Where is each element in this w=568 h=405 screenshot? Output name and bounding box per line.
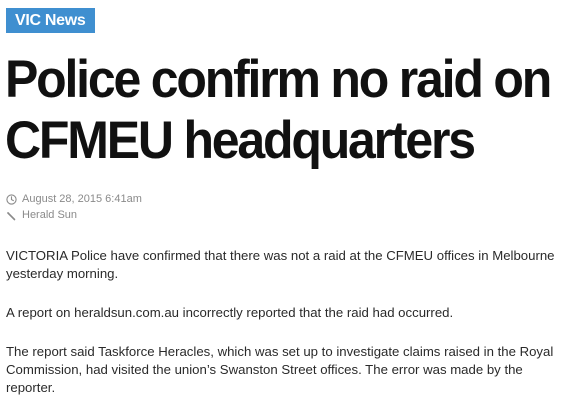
source-name[interactable]: Herald Sun [22, 208, 77, 222]
headline-line-1: Police confirm no raid on [5, 49, 552, 109]
publish-date-row: August 28, 2015 6:41am [6, 192, 142, 206]
article: VIC News Police confirm no raid on CFMEU… [0, 0, 568, 405]
section-tag[interactable]: VIC News [6, 8, 95, 33]
publish-date: August 28, 2015 6:41am [22, 193, 142, 205]
body-paragraph-2: A report on heraldsun.com.au incorrectly… [6, 305, 454, 320]
pen-icon [6, 210, 17, 221]
body-paragraph-3: The report said Taskforce Heracles, whic… [6, 344, 554, 395]
clock-icon [6, 193, 17, 205]
body-paragraph-1: VICTORIA Police have confirmed that ther… [6, 248, 555, 281]
source-row: Herald Sun [6, 208, 77, 222]
headline-line-2: CFMEU headquarters [5, 110, 476, 170]
headline: Police confirm no raid on CFMEU headquar… [5, 48, 565, 171]
